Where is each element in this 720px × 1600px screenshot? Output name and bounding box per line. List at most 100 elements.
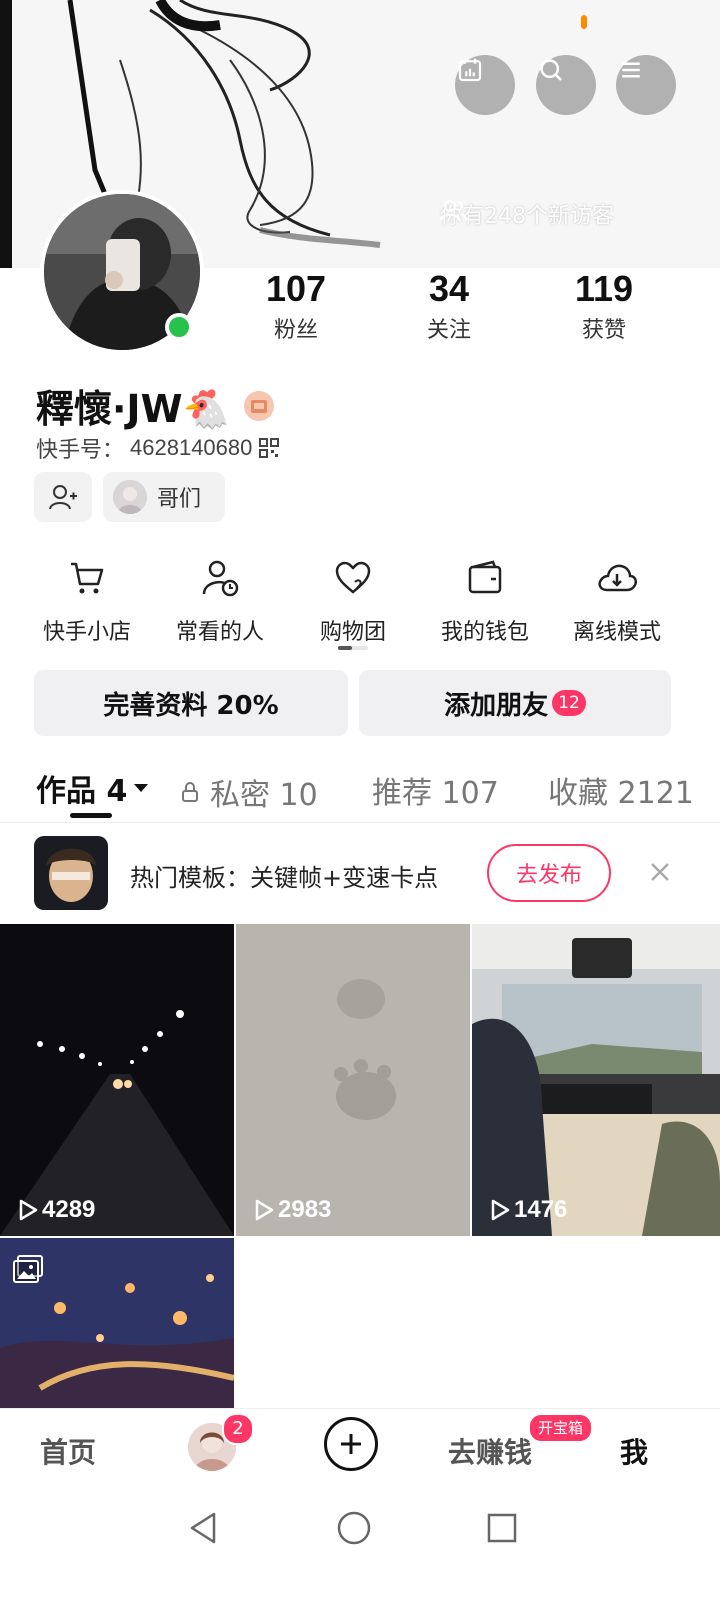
home-icon[interactable]	[334, 1508, 374, 1548]
close-icon	[651, 863, 669, 881]
nav-earn-badge: 开宝箱	[528, 1413, 594, 1443]
shortcut-label: 离线模式	[572, 620, 661, 645]
shortcut-wallet[interactable]: 我的钱包	[420, 556, 550, 646]
play-count-value: 4289	[42, 1196, 96, 1223]
nav-friends-badge: 2	[222, 1413, 254, 1445]
complete-profile-label: 完善资料 20%	[103, 690, 279, 721]
play-icon	[19, 1199, 38, 1221]
nav-home[interactable]: 首页	[40, 1431, 96, 1471]
video-thumbnail	[472, 924, 720, 1236]
add-friends-label: 添加朋友	[444, 690, 549, 721]
kuaishou-id: 4628140680	[130, 435, 253, 460]
calendar-button[interactable]	[455, 55, 515, 115]
system-navigation-bar	[0, 1504, 720, 1600]
play-icon	[491, 1199, 510, 1221]
likes-label: 获赞	[581, 318, 626, 343]
tab-favorites[interactable]: 收藏 2121	[548, 768, 694, 812]
shortcut-kuaishou-shop[interactable]: 快手小店	[22, 556, 152, 646]
video-tile[interactable]: 2983	[236, 924, 470, 1236]
shortcut-label: 购物团	[319, 620, 386, 645]
video-tile[interactable]: 4289	[0, 924, 234, 1236]
calendar-icon	[458, 58, 482, 82]
complete-profile-button[interactable]: 完善资料 20%	[34, 670, 348, 736]
play-count: 2983	[254, 1196, 331, 1224]
play-count: 1476	[490, 1196, 567, 1224]
video-thumbnail	[236, 924, 470, 1236]
heart-icon	[335, 561, 371, 594]
play-count-value: 2983	[278, 1196, 332, 1223]
add-user-icon	[49, 485, 77, 510]
visitors-icon	[440, 200, 467, 221]
stat-following[interactable]: 34 关注	[379, 268, 519, 344]
nickname-row[interactable]: 釋懷·JW🐔	[36, 378, 276, 433]
status-indicator	[581, 15, 587, 29]
likes-count: 119	[574, 268, 634, 309]
tab-recommend[interactable]: 推荐 107	[372, 768, 499, 812]
close-template-button[interactable]	[648, 860, 672, 888]
menu-button[interactable]	[616, 55, 676, 115]
lock-icon	[182, 782, 198, 802]
group-avatar	[113, 480, 147, 514]
group-chip[interactable]: 哥们	[103, 472, 225, 522]
menu-icon	[622, 62, 640, 78]
followers-count: 107	[265, 268, 327, 309]
photo-tile[interactable]	[0, 1238, 234, 1408]
followers-label: 粉丝	[273, 318, 318, 343]
play-count-value: 1476	[514, 1196, 568, 1223]
online-status-dot	[165, 313, 193, 341]
shortcut-offline-mode[interactable]: 离线模式	[552, 556, 682, 646]
publish-button-label: 去发布	[515, 863, 582, 888]
add-friends-badge: 12	[552, 690, 586, 716]
plus-icon	[341, 1434, 361, 1454]
cart-icon	[71, 562, 104, 594]
nav-home-label: 首页	[40, 1436, 97, 1469]
shortcut-frequent-people[interactable]: 常看的人	[155, 556, 285, 646]
user-clock-icon	[202, 560, 239, 597]
tab-private[interactable]: 私密 10	[180, 770, 318, 814]
shortcut-label: 快手小店	[42, 620, 131, 645]
tab-private-label: 私密 10	[210, 778, 318, 813]
template-text: 热门模板：关键帧+变速卡点	[130, 864, 439, 892]
group-chip-label: 哥们	[157, 487, 202, 512]
photo-album-icon	[12, 1254, 44, 1288]
shortcut-label: 常看的人	[175, 620, 264, 645]
tab-works[interactable]: 作品 4	[36, 766, 149, 810]
tab-favorites-label: 收藏 2121	[548, 776, 694, 811]
tab-active-indicator	[70, 813, 112, 818]
nav-earn[interactable]: 去赚钱	[448, 1431, 532, 1471]
play-count: 4289	[18, 1196, 95, 1224]
nav-earn-label: 去赚钱	[448, 1436, 533, 1469]
shortcut-shopping-group[interactable]: 购物团	[288, 556, 418, 646]
shortcut-scroll-indicator	[338, 646, 368, 650]
video-thumbnail	[0, 924, 234, 1236]
add-friends-button[interactable]: 添加朋友 12	[359, 670, 671, 736]
create-button[interactable]	[324, 1417, 378, 1471]
qrcode-icon[interactable]	[258, 437, 280, 459]
tab-works-label: 作品 4	[36, 774, 128, 809]
stat-followers[interactable]: 107 粉丝	[226, 268, 366, 344]
caret-down-icon	[134, 784, 149, 792]
back-icon[interactable]	[184, 1508, 224, 1548]
publish-button[interactable]: 去发布	[487, 844, 611, 902]
kuaishou-id-row[interactable]: 快手号： 4628140680	[36, 432, 280, 464]
wallet-icon	[468, 560, 502, 594]
nav-me-label: 我	[620, 1436, 649, 1469]
search-button[interactable]	[536, 55, 596, 115]
cloud-download-icon	[598, 564, 638, 592]
shortcut-label: 我的钱包	[440, 620, 529, 645]
recents-icon[interactable]	[484, 1510, 520, 1546]
kuaishou-id-label: 快手号：	[36, 438, 125, 463]
stat-likes[interactable]: 119 获赞	[534, 268, 674, 344]
search-icon	[540, 59, 562, 81]
level-badge-icon[interactable]	[242, 389, 276, 423]
video-tile[interactable]: 1476	[472, 924, 720, 1236]
visitors-notice[interactable]: 你有248个新访客	[440, 198, 614, 230]
following-count: 34	[428, 268, 470, 309]
add-friend-chip[interactable]	[34, 472, 92, 522]
bottom-navigation: 首页 2 去赚钱 开宝箱 我	[0, 1408, 720, 1505]
template-thumbnail[interactable]	[34, 836, 108, 910]
nickname: 釋懷·JW🐔	[36, 387, 230, 431]
following-label: 关注	[426, 318, 471, 343]
play-icon	[255, 1199, 274, 1221]
nav-me[interactable]: 我	[620, 1431, 648, 1471]
